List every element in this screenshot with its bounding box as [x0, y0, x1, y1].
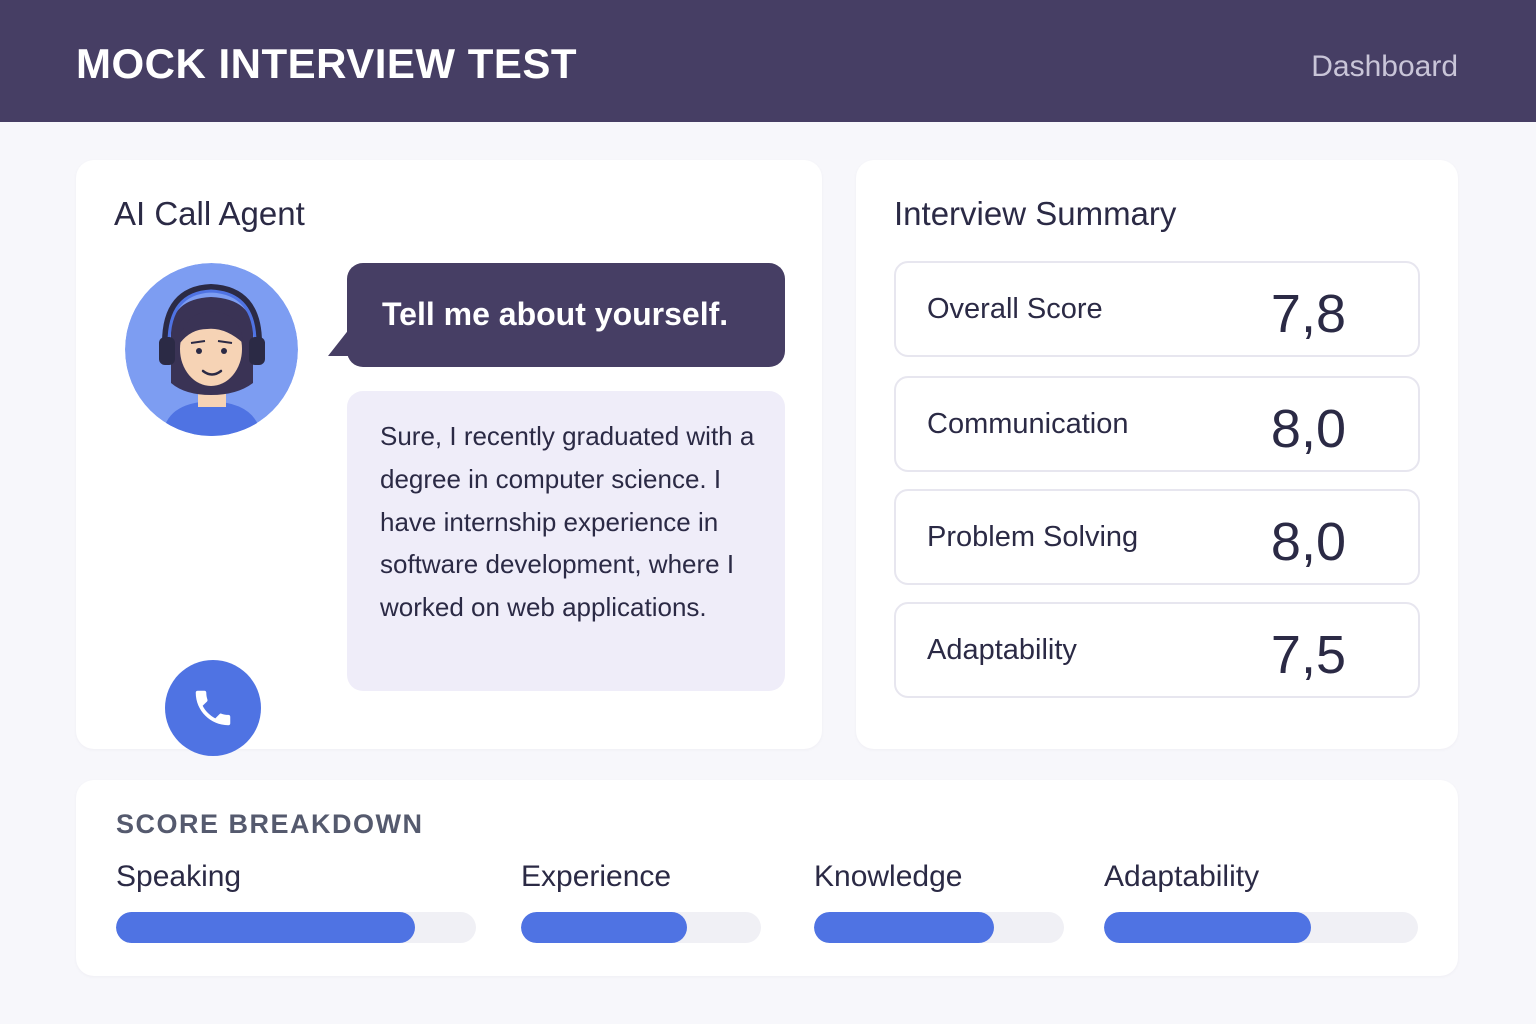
metric-communication: Communication 8,0 [894, 376, 1420, 472]
progress-fill [814, 912, 994, 943]
candidate-answer-bubble: Sure, I recently graduated with a degree… [347, 391, 785, 691]
app-title: MOCK INTERVIEW TEST [76, 40, 578, 87]
metric-label: Adaptability [927, 634, 1077, 666]
agent-avatar [125, 263, 298, 436]
progress-bar-adaptability [1104, 912, 1418, 943]
breakdown-label-speaking: Speaking [116, 860, 242, 893]
breakdown-label-experience: Experience [521, 860, 672, 893]
metric-label: Communication [927, 408, 1129, 440]
metric-value: 8,0 [1270, 399, 1346, 459]
headset-agent-avatar-icon [125, 263, 298, 436]
breakdown-label-adaptability: Adaptability [1104, 860, 1260, 893]
interview-summary-panel: Interview Summary Overall Score 7,8 Comm… [856, 160, 1458, 749]
progress-fill [116, 912, 415, 943]
metric-value: 8,0 [1270, 512, 1346, 572]
metric-adaptability: Adaptability 7,5 [894, 602, 1420, 698]
metric-overall-score: Overall Score 7,8 [894, 261, 1420, 357]
ai-call-agent-panel: AI Call Agent Tell me about yourself. Su… [76, 160, 822, 756]
agent-question-bubble: Tell me about yourself. [347, 263, 785, 367]
top-bar: MOCK INTERVIEW TEST Dashboard [0, 0, 1536, 122]
metric-problem-solving: Problem Solving 8,0 [894, 489, 1420, 585]
summary-panel-title: Interview Summary [894, 195, 1177, 232]
breakdown-label-knowledge: Knowledge [814, 860, 963, 893]
breakdown-title: SCORE BREAKDOWN [116, 809, 424, 839]
progress-bar-speaking [116, 912, 476, 943]
dashboard-link[interactable]: Dashboard [1311, 50, 1458, 84]
metric-label: Problem Solving [927, 521, 1139, 553]
metric-label: Overall Score [927, 293, 1103, 325]
agent-panel-title: AI Call Agent [114, 195, 305, 232]
metric-value: 7,5 [1270, 625, 1346, 685]
metric-value: 7,8 [1270, 284, 1346, 344]
phone-icon [195, 690, 231, 726]
score-breakdown-panel: SCORE BREAKDOWN Speaking Experience Know… [76, 780, 1458, 976]
call-button[interactable] [165, 660, 261, 756]
progress-fill [521, 912, 687, 943]
progress-bar-experience [521, 912, 761, 943]
progress-fill [1104, 912, 1312, 943]
progress-bar-knowledge [814, 912, 1064, 943]
